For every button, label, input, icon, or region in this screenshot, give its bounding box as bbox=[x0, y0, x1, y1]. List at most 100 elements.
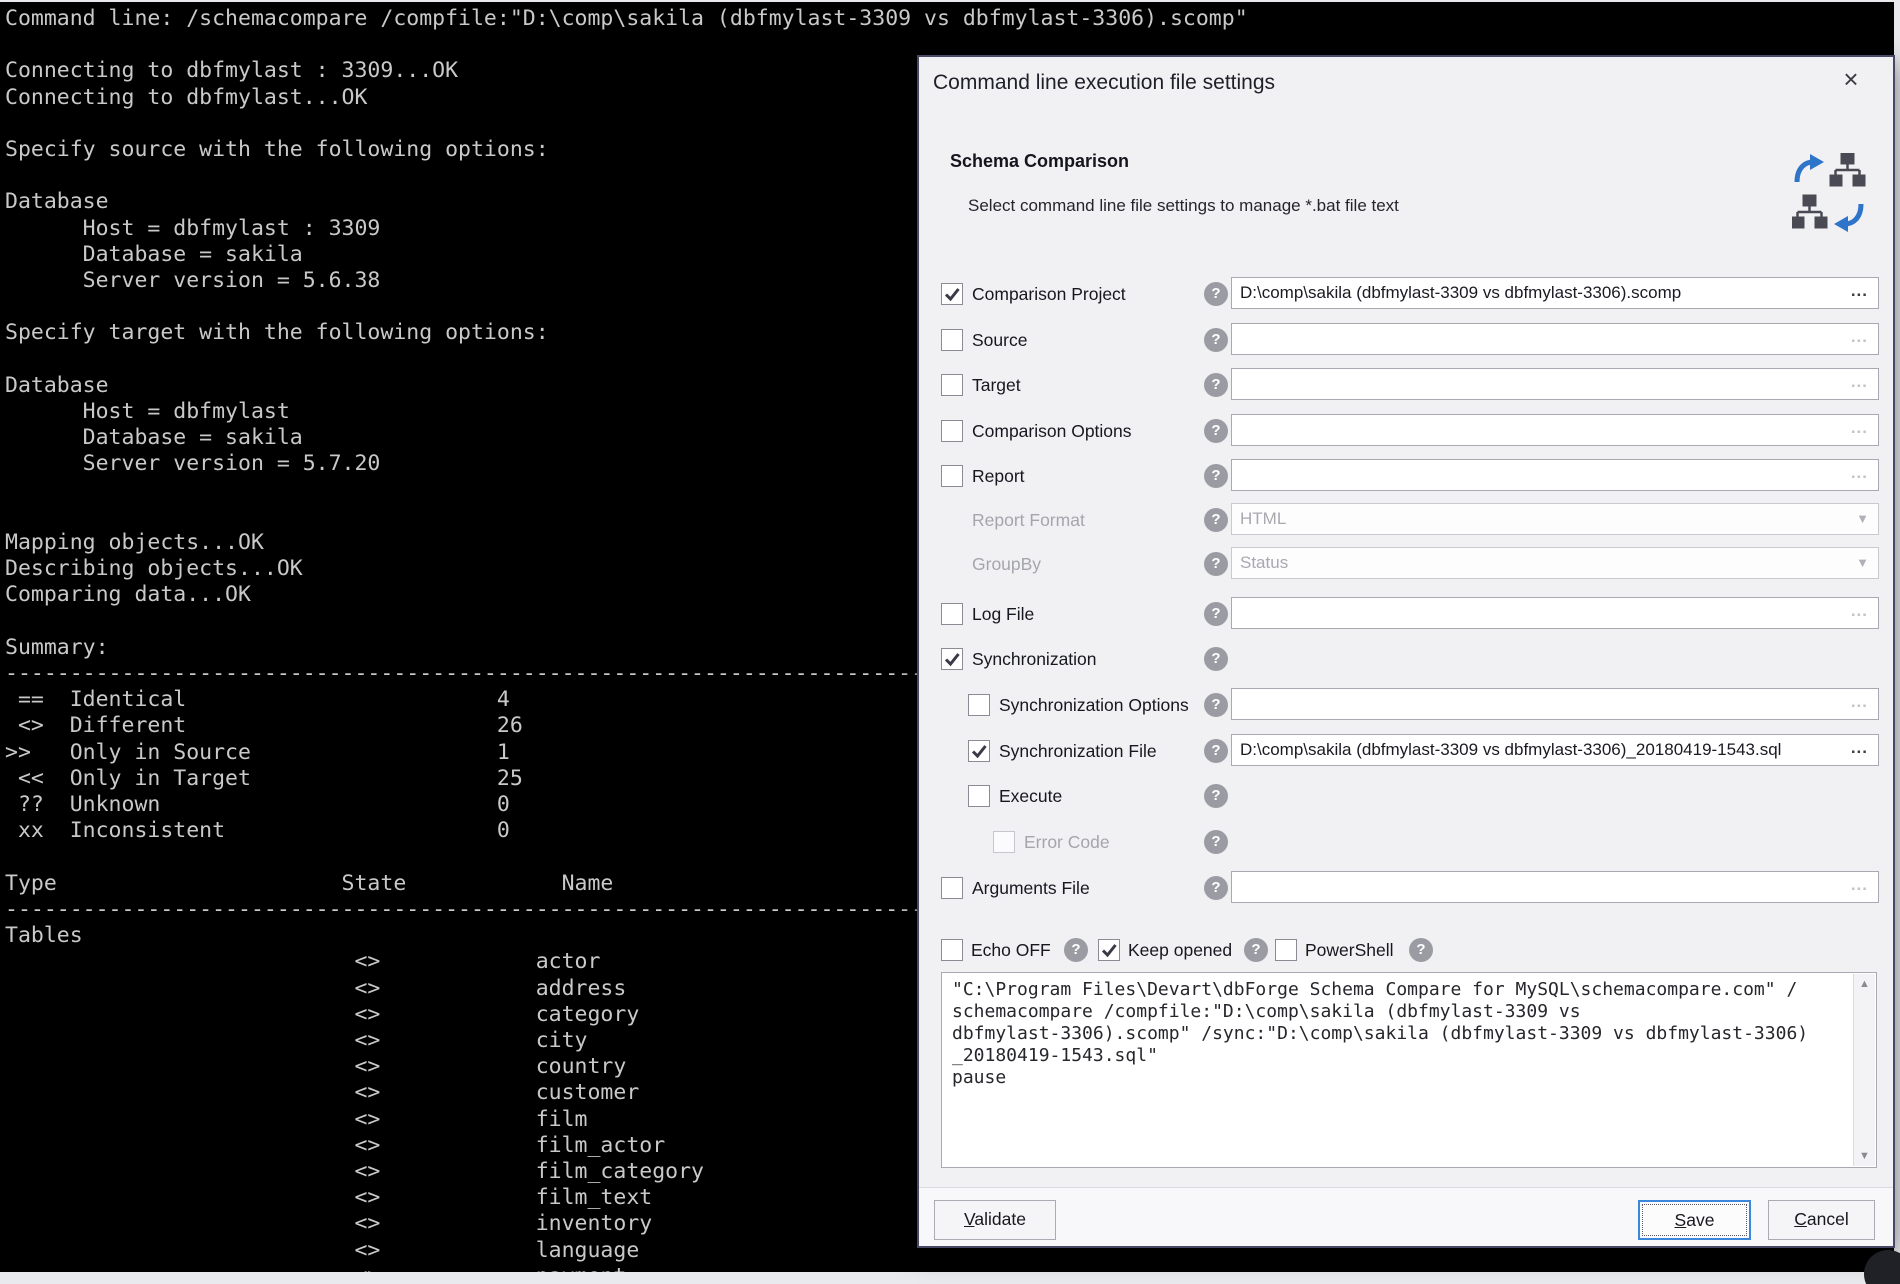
settings-row-label: Arguments File bbox=[972, 871, 1090, 905]
section-subtitle: Select command line file settings to man… bbox=[968, 196, 1399, 216]
help-icon[interactable]: ? bbox=[1204, 328, 1228, 352]
value-field[interactable]: ... bbox=[1231, 688, 1879, 720]
settings-row: Target ? ... bbox=[919, 368, 1893, 402]
help-icon[interactable]: ? bbox=[1204, 552, 1228, 576]
bat-option-label: Keep opened bbox=[1128, 933, 1232, 967]
settings-row-label: Synchronization Options bbox=[999, 688, 1189, 722]
value-field[interactable]: ... bbox=[1231, 597, 1879, 629]
value-field[interactable]: ... bbox=[1231, 871, 1879, 903]
checkbox[interactable] bbox=[941, 603, 963, 625]
field-value: D:\comp\sakila (dbfmylast-3309 vs dbfmyl… bbox=[1240, 735, 1781, 765]
bat-option-label: PowerShell bbox=[1305, 933, 1394, 967]
browse-ellipsis-button[interactable]: ... bbox=[1851, 735, 1868, 761]
value-field[interactable]: ... bbox=[1231, 414, 1879, 446]
settings-row-label: Execute bbox=[999, 779, 1062, 813]
help-icon[interactable]: ? bbox=[1204, 602, 1228, 626]
help-icon[interactable]: ? bbox=[1204, 508, 1228, 532]
settings-row: GroupBy ? Status ▼ bbox=[919, 547, 1893, 581]
settings-row: Report ? ... bbox=[919, 459, 1893, 493]
screenshot-frame: Command line: /schemacompare /compfile:"… bbox=[0, 0, 1900, 1284]
bat-text[interactable]: "C:\Program Files\Devart\dbForge Schema … bbox=[952, 979, 1844, 1089]
save-button[interactable]: Save bbox=[1638, 1200, 1751, 1240]
value-field[interactable]: ... bbox=[1231, 459, 1879, 491]
help-icon[interactable]: ? bbox=[1064, 938, 1088, 962]
settings-row-label: Comparison Project bbox=[972, 277, 1126, 311]
field-value: D:\comp\sakila (dbfmylast-3309 vs dbfmyl… bbox=[1240, 278, 1681, 308]
browse-ellipsis-button[interactable]: ... bbox=[1851, 415, 1868, 441]
browse-ellipsis-button[interactable]: ... bbox=[1851, 598, 1868, 624]
settings-row-label: Report bbox=[972, 459, 1025, 493]
settings-row: Log File ? ... bbox=[919, 597, 1893, 631]
settings-row: Synchronization ? bbox=[919, 642, 1893, 676]
settings-row: Execute ? bbox=[919, 779, 1893, 813]
browse-ellipsis-button[interactable]: ... bbox=[1851, 369, 1868, 395]
scroll-down-icon[interactable]: ▼ bbox=[1854, 1150, 1875, 1162]
checkbox[interactable] bbox=[941, 283, 963, 305]
settings-row: Error Code ? bbox=[919, 825, 1893, 859]
help-icon[interactable]: ? bbox=[1244, 938, 1268, 962]
help-icon[interactable]: ? bbox=[1204, 282, 1228, 306]
checkbox[interactable] bbox=[941, 465, 963, 487]
help-icon[interactable]: ? bbox=[1204, 876, 1228, 900]
settings-row: Synchronization Options ? ... bbox=[919, 688, 1893, 722]
chevron-down-icon: ▼ bbox=[1856, 548, 1869, 578]
settings-row: Source ? ... bbox=[919, 323, 1893, 357]
settings-row: Synchronization File ? D:\comp\sakila (d… bbox=[919, 734, 1893, 768]
help-icon[interactable]: ? bbox=[1204, 739, 1228, 763]
help-icon[interactable]: ? bbox=[1204, 830, 1228, 854]
bat-options-row: Echo OFF ? Keep opened ? PowerShell ? bbox=[919, 933, 1893, 967]
help-icon[interactable]: ? bbox=[1204, 784, 1228, 808]
dialog-title: Command line execution file settings bbox=[933, 71, 1275, 95]
value-field[interactable]: Status ▼ bbox=[1231, 547, 1879, 579]
schema-sync-icon bbox=[1792, 153, 1866, 233]
settings-row-label: Comparison Options bbox=[972, 414, 1132, 448]
settings-row: Arguments File ? ... bbox=[919, 871, 1893, 905]
settings-row-label: Log File bbox=[972, 597, 1034, 631]
checkbox[interactable] bbox=[968, 740, 990, 762]
help-icon[interactable]: ? bbox=[1204, 693, 1228, 717]
footer-divider bbox=[919, 1187, 1893, 1188]
settings-row-label: Synchronization bbox=[972, 642, 1097, 676]
command-line-settings-dialog: Command line execution file settings × S… bbox=[917, 55, 1895, 1248]
checkbox[interactable] bbox=[968, 694, 990, 716]
field-value: Status bbox=[1240, 548, 1288, 578]
field-value: HTML bbox=[1240, 504, 1286, 534]
settings-row-label: Error Code bbox=[1024, 825, 1110, 859]
browse-ellipsis-button[interactable]: ... bbox=[1851, 460, 1868, 486]
bat-text-editor[interactable]: "C:\Program Files\Devart\dbForge Schema … bbox=[941, 972, 1877, 1168]
cancel-button[interactable]: Cancel bbox=[1768, 1200, 1875, 1240]
value-field[interactable]: ... bbox=[1231, 368, 1879, 400]
close-icon[interactable]: × bbox=[1835, 63, 1867, 95]
help-icon[interactable]: ? bbox=[1204, 419, 1228, 443]
checkbox[interactable] bbox=[1098, 939, 1120, 961]
checkbox[interactable] bbox=[968, 785, 990, 807]
browse-ellipsis-button[interactable]: ... bbox=[1851, 689, 1868, 715]
value-field[interactable]: D:\comp\sakila (dbfmylast-3309 vs dbfmyl… bbox=[1231, 277, 1879, 309]
section-title: Schema Comparison bbox=[950, 151, 1129, 172]
scroll-up-icon[interactable]: ▲ bbox=[1854, 978, 1875, 990]
settings-row: Report Format ? HTML ▼ bbox=[919, 503, 1893, 537]
checkbox[interactable] bbox=[941, 420, 963, 442]
checkbox[interactable] bbox=[941, 329, 963, 351]
scrollbar[interactable]: ▲ ▼ bbox=[1853, 974, 1875, 1166]
browse-ellipsis-button[interactable]: ... bbox=[1851, 324, 1868, 350]
bat-option-label: Echo OFF bbox=[971, 933, 1051, 967]
help-icon[interactable]: ? bbox=[1409, 938, 1433, 962]
value-field[interactable]: D:\comp\sakila (dbfmylast-3309 vs dbfmyl… bbox=[1231, 734, 1879, 766]
settings-row: Comparison Options ? ... bbox=[919, 414, 1893, 448]
checkbox[interactable] bbox=[1275, 939, 1297, 961]
settings-row-label: GroupBy bbox=[972, 547, 1041, 581]
checkbox[interactable] bbox=[941, 648, 963, 670]
help-icon[interactable]: ? bbox=[1204, 647, 1228, 671]
checkbox[interactable] bbox=[941, 939, 963, 961]
value-field[interactable]: HTML ▼ bbox=[1231, 503, 1879, 535]
checkbox[interactable] bbox=[941, 877, 963, 899]
value-field[interactable]: ... bbox=[1231, 323, 1879, 355]
checkbox[interactable] bbox=[993, 831, 1015, 853]
help-icon[interactable]: ? bbox=[1204, 464, 1228, 488]
help-icon[interactable]: ? bbox=[1204, 373, 1228, 397]
validate-button[interactable]: Validate bbox=[934, 1200, 1056, 1240]
browse-ellipsis-button[interactable]: ... bbox=[1851, 872, 1868, 898]
checkbox[interactable] bbox=[941, 374, 963, 396]
browse-ellipsis-button[interactable]: ... bbox=[1851, 278, 1868, 304]
